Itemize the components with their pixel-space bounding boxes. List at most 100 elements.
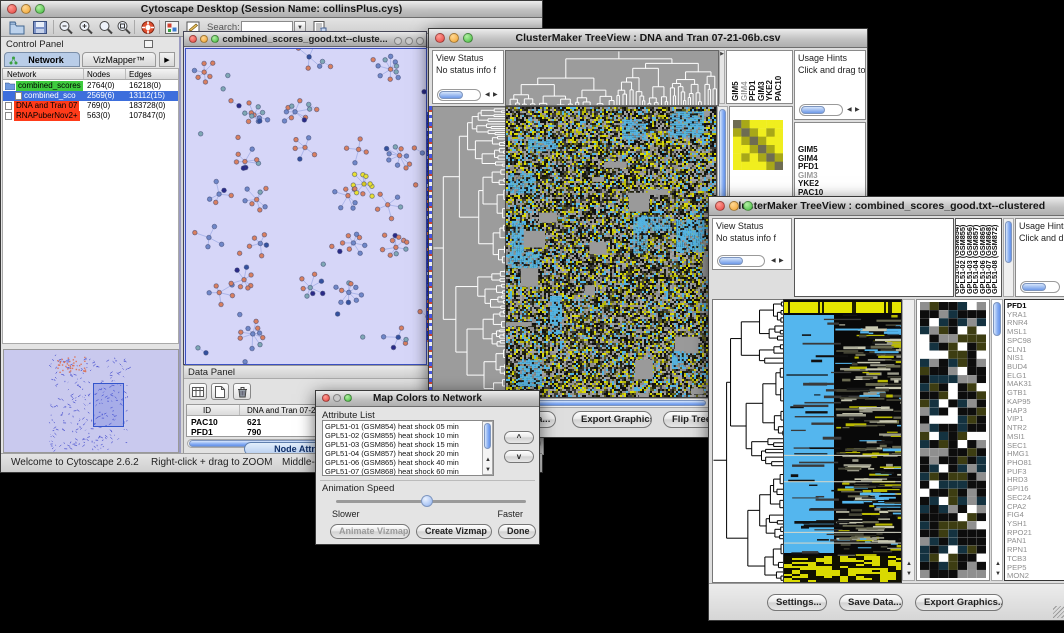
select-attributes-button[interactable] — [189, 383, 207, 400]
zoom-button[interactable] — [35, 4, 45, 14]
heatmap-canvas[interactable] — [505, 106, 717, 398]
tab-vizmapper[interactable]: VizMapper™ — [82, 52, 156, 67]
network-row-combined-sco[interactable]: combined_sco 2569(6) 13112(15) — [3, 91, 178, 101]
minimize-button[interactable] — [21, 4, 31, 14]
minimize-button[interactable] — [729, 201, 739, 211]
global-vscrollbar[interactable]: ▲ ▼ — [902, 299, 915, 581]
gene-label[interactable]: MON2 — [1005, 572, 1064, 581]
network-overview[interactable] — [3, 349, 179, 453]
column-label[interactable]: YKE2 — [765, 80, 774, 101]
col-network[interactable]: Network — [7, 69, 36, 80]
scroll-right-icon[interactable]: ▶ — [779, 255, 784, 267]
scroll-right-icon[interactable]: ▶ — [493, 89, 498, 101]
tab-network[interactable]: Network — [4, 52, 80, 67]
new-attribute-button[interactable] — [211, 383, 229, 400]
gene-list-vscrollbar[interactable]: ▲ ▼ — [991, 299, 1003, 581]
column-label[interactable]: PAC10 — [774, 76, 783, 101]
vizmapper-icon[interactable] — [164, 20, 180, 35]
float-panel-icon[interactable] — [144, 40, 153, 48]
column-label[interactable]: PFD1 — [748, 81, 757, 101]
scroll-down-icon[interactable]: ▼ — [906, 568, 912, 580]
network-row-rnapuber[interactable]: RNAPuberNov2+ 563(0) 107847(0) — [3, 111, 178, 121]
zoom-in-icon[interactable] — [78, 20, 94, 35]
zoom-heatmap-canvas[interactable] — [920, 302, 986, 578]
status-scrollbar[interactable] — [437, 89, 481, 101]
column-dendrogram-area[interactable] — [794, 218, 954, 297]
help-lifesaver-icon[interactable] — [140, 20, 156, 35]
zoom-button[interactable] — [416, 37, 424, 45]
save-icon[interactable] — [32, 20, 48, 35]
move-down-button[interactable]: v — [504, 450, 534, 463]
delete-attribute-button[interactable] — [233, 383, 251, 400]
minimize-button[interactable] — [200, 35, 208, 43]
attribute-list-item[interactable]: GPL51-06 (GSM865) heat shock 40 min — [323, 458, 481, 467]
attribute-list-item[interactable]: GPL51-01 (GSM854) heat shock 05 min — [323, 422, 481, 431]
zoom-button[interactable] — [463, 33, 473, 43]
resize-grip[interactable] — [1053, 606, 1064, 618]
scroll-left-icon[interactable]: ◀ — [771, 255, 776, 267]
zoom-button[interactable] — [344, 394, 352, 402]
animation-speed-slider[interactable] — [336, 500, 526, 503]
column-dendrogram-canvas[interactable] — [505, 50, 719, 106]
network-row-combined-scores[interactable]: combined_scores 2764(0) 16218(0) — [3, 81, 178, 91]
column-labels-vscrollbar[interactable] — [1003, 218, 1014, 297]
close-button[interactable] — [715, 201, 725, 211]
row-dendrogram-canvas[interactable] — [432, 106, 506, 398]
export-graphics-button[interactable]: Export Graphics... — [915, 594, 1003, 611]
minimize-button[interactable] — [333, 394, 341, 402]
scroll-down-icon[interactable]: ▼ — [485, 464, 491, 476]
close-button[interactable] — [7, 4, 17, 14]
scroll-left-icon[interactable]: ◀ — [485, 89, 490, 101]
dialog-title-bar[interactable]: Map Colors to Network — [316, 391, 539, 407]
close-button[interactable] — [394, 37, 402, 45]
overview-canvas[interactable] — [4, 350, 178, 452]
close-button[interactable] — [435, 33, 445, 43]
zoom-fit-icon[interactable] — [98, 20, 114, 35]
column-label[interactable]: GPL51-08 (GSM872) — [990, 225, 999, 294]
main-title-bar[interactable]: Cytoscape Desktop (Session Name: collins… — [1, 1, 542, 18]
scroll-down-icon[interactable]: ▼ — [995, 568, 1001, 580]
column-label[interactable]: GIM5 — [731, 81, 740, 101]
col-edges[interactable]: Edges — [129, 69, 152, 80]
minimize-button[interactable] — [449, 33, 459, 43]
id-column-header[interactable]: ID — [203, 405, 211, 416]
attribute-list-item[interactable]: GPL51-03 (GSM856) heat shock 15 min — [323, 440, 481, 449]
network-frame[interactable]: combined_scores_good.txt--cluste... — [183, 31, 427, 365]
close-button[interactable] — [189, 35, 197, 43]
hints-scrollbar[interactable] — [1020, 281, 1060, 293]
overview-viewport-rect[interactable] — [93, 383, 124, 427]
row-dendrogram-canvas[interactable] — [712, 299, 784, 583]
done-button[interactable]: Done — [498, 524, 536, 539]
save-data-button[interactable]: Save Data... — [839, 594, 903, 611]
settings-button[interactable]: Settings... — [767, 594, 827, 611]
export-graphics-button[interactable]: Export Graphics... — [572, 411, 652, 428]
dendrogram-splitter[interactable]: ▶ — [719, 50, 725, 104]
zoom-button[interactable] — [743, 201, 753, 211]
slider-thumb[interactable] — [421, 495, 433, 507]
scroll-left-icon[interactable]: ◀ — [847, 104, 852, 116]
treeview1-title-bar[interactable]: ClusterMaker TreeView : DNA and Tran 07-… — [429, 29, 867, 48]
move-up-button[interactable]: ^ — [504, 431, 534, 444]
correlation-matrix-canvas[interactable] — [733, 120, 783, 170]
attribute-list-item[interactable]: GPL51-02 (GSM855) heat shock 10 min — [323, 431, 481, 440]
attribute-list-item[interactable]: GPL51-07 (GSM868) heat shock 60 min — [323, 467, 481, 476]
zoom-button[interactable] — [211, 35, 219, 43]
attribute-list-item[interactable]: GPL51-04 (GSM857) heat shock 20 min — [323, 449, 481, 458]
tab-overflow-button[interactable]: ▶ — [159, 52, 175, 67]
open-file-icon[interactable] — [9, 20, 25, 35]
hints-scrollbar[interactable] — [799, 104, 843, 116]
status-scrollbar[interactable] — [717, 255, 765, 267]
create-vizmap-button[interactable]: Create Vizmap — [416, 524, 492, 539]
network-row-dna-tran[interactable]: DNA and Tran 07 769(0) 183728(0) — [3, 101, 178, 111]
attribute-list-scrollbar[interactable]: ▲ ▼ — [482, 421, 493, 475]
col-nodes[interactable]: Nodes — [87, 69, 110, 80]
zoom-selected-icon[interactable] — [116, 20, 132, 35]
close-button[interactable] — [322, 394, 330, 402]
network-view-canvas[interactable] — [185, 48, 427, 365]
global-heatmap-canvas[interactable] — [783, 299, 902, 583]
animate-vizmap-button[interactable]: Animate Vizmap — [330, 524, 410, 539]
scroll-right-icon[interactable]: ▶ — [855, 104, 860, 116]
zoom-out-icon[interactable] — [58, 20, 74, 35]
treeview2-title-bar[interactable]: ClusterMaker TreeView : combined_scores_… — [709, 197, 1064, 216]
minimize-button[interactable] — [405, 37, 413, 45]
